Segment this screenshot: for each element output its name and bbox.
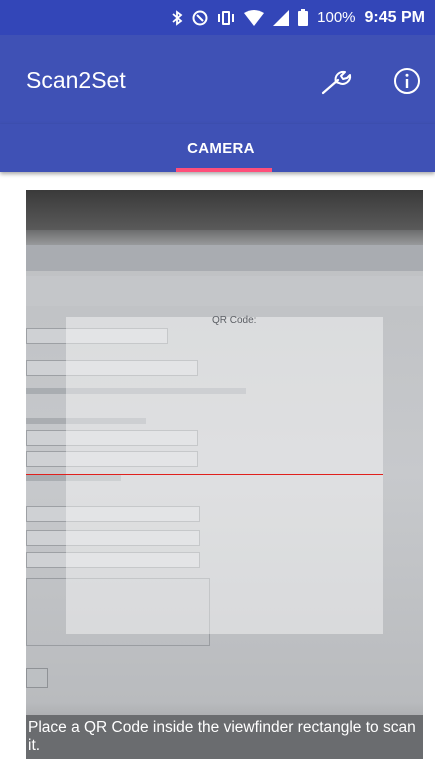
camera-scene-browser-tabs [26, 245, 423, 271]
camera-scene-bookmarks-bar [26, 276, 423, 306]
info-icon[interactable] [392, 66, 422, 96]
camera-scene-monitor-bezel [26, 190, 423, 230]
bluetooth-icon [171, 9, 183, 26]
nfc-icon [192, 10, 208, 26]
tab-indicator [176, 168, 272, 172]
wifi-icon [244, 9, 265, 26]
battery-percent: 100% [317, 9, 356, 26]
wrench-icon[interactable] [320, 65, 354, 99]
tab-camera[interactable]: CAMERA [167, 124, 275, 172]
vibrate-icon [217, 10, 235, 26]
camera-scene-button [26, 668, 48, 688]
camera-preview[interactable]: QR Code: Place a QR Code inside the view… [26, 190, 423, 759]
clock: 9:45 PM [364, 8, 425, 26]
camera-scene-qr-label: QR Code: [212, 315, 257, 326]
viewfinder-rectangle [66, 317, 383, 634]
app-bar: Scan2Set [0, 35, 435, 124]
cell-signal-icon [273, 9, 290, 26]
status-bar: 100% 9:45 PM [0, 0, 435, 35]
scan-hint-text: Place a QR Code inside the viewfinder re… [28, 719, 416, 754]
battery-icon [298, 9, 309, 26]
tab-bar: CAMERA [0, 124, 435, 172]
scanner-laser-line [26, 474, 383, 475]
app-title: Scan2Set [26, 67, 126, 93]
